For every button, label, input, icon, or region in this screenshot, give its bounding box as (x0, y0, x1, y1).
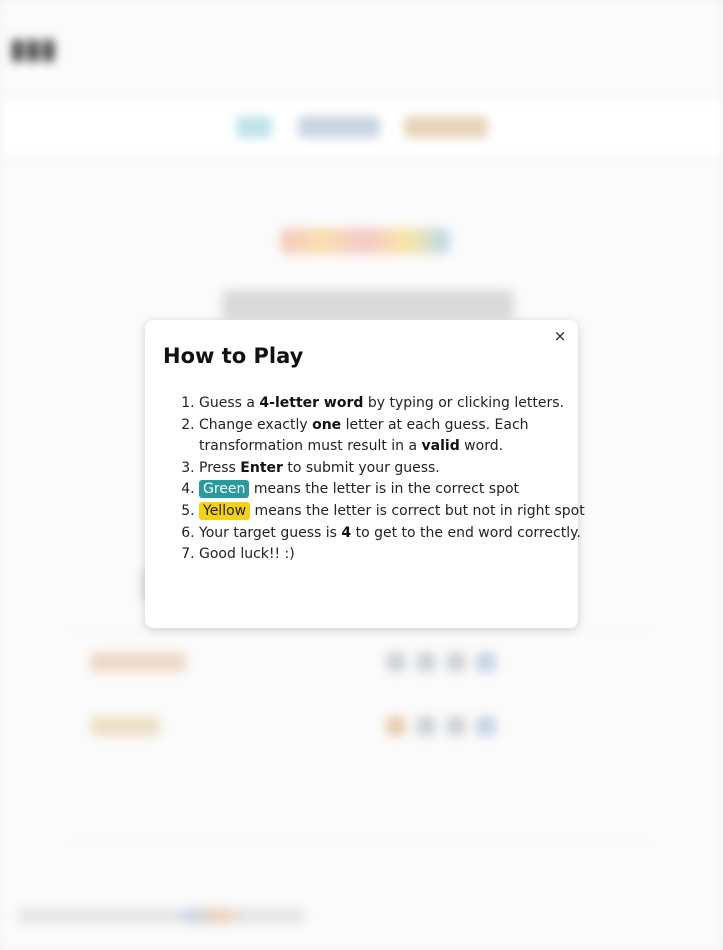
ending-word-tiles-blurred (386, 716, 506, 740)
ending-label-blurred (90, 716, 160, 736)
instruction-item: Guess a 4-letter word by typing or click… (199, 393, 599, 415)
how-to-play-modal: × How to Play Guess a 4-letter word by t… (145, 320, 585, 628)
instruction-item: Change exactly one letter at each guess.… (199, 415, 599, 458)
yellow-tag: Yellow (199, 501, 251, 520)
toolbar-button-blurred (298, 116, 380, 138)
close-icon[interactable]: × (552, 328, 568, 344)
instruction-item: Good luck!! :) (199, 544, 599, 566)
toolbar-button-blurred (236, 116, 272, 138)
game-title-blurred (280, 228, 450, 254)
beginning-word-tiles-blurred (386, 652, 506, 676)
instruction-item: Press Enter to submit your guess. (199, 458, 599, 480)
beginning-label-blurred (90, 652, 186, 672)
divider (70, 630, 650, 631)
green-tag: Green (199, 480, 250, 499)
app-logo: ▮▮▮ (10, 32, 57, 65)
divider (70, 840, 650, 841)
footer-blurred (18, 908, 304, 924)
instructions-list: Guess a 4-letter word by typing or click… (163, 393, 599, 566)
instruction-item: Your target guess is 4 to get to the end… (199, 523, 599, 545)
instruction-item: Green means the letter is in the correct… (199, 479, 599, 501)
letter-row-blurred (222, 290, 514, 320)
instruction-item: Yellow means the letter is correct but n… (199, 501, 599, 523)
modal-title: How to Play (163, 344, 304, 368)
toolbar-button-blurred (404, 116, 488, 138)
